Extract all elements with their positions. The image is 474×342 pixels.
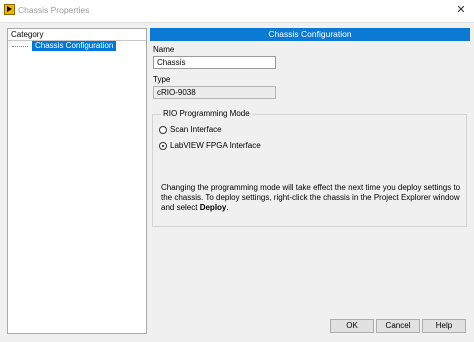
programming-mode-group: RIO Programming Mode Scan Interface LabV… bbox=[152, 109, 467, 227]
programming-mode-info: Changing the programming mode will take … bbox=[161, 183, 461, 213]
ok-button[interactable]: OK bbox=[330, 319, 374, 333]
radio-button-icon bbox=[159, 126, 167, 134]
type-field: cRIO-9038 bbox=[153, 86, 276, 99]
title-bar: Chassis Properties ✕ bbox=[0, 0, 474, 23]
category-panel: Category Chassis Configuration bbox=[7, 28, 147, 334]
tree-connector bbox=[12, 46, 28, 47]
info-text-end: . bbox=[226, 203, 229, 212]
main-panel: Chassis Configuration Name Chassis Type … bbox=[150, 28, 470, 318]
category-header: Category bbox=[8, 29, 146, 41]
name-label: Name bbox=[153, 45, 175, 54]
radio-label: Scan Interface bbox=[170, 125, 222, 134]
name-field[interactable]: Chassis bbox=[153, 56, 276, 69]
tree-item-label: Chassis Configuration bbox=[32, 41, 117, 51]
info-text-deploy: Deploy bbox=[199, 203, 227, 212]
section-title: Chassis Configuration bbox=[150, 28, 470, 41]
labview-icon bbox=[4, 4, 15, 15]
radio-label: LabVIEW FPGA Interface bbox=[170, 141, 261, 150]
radio-button-selected-icon bbox=[159, 142, 167, 150]
programming-mode-legend: RIO Programming Mode bbox=[161, 109, 252, 118]
cancel-button[interactable]: Cancel bbox=[376, 319, 420, 333]
help-button[interactable]: Help bbox=[422, 319, 466, 333]
type-label: Type bbox=[153, 75, 171, 84]
window-title: Chassis Properties bbox=[18, 5, 90, 15]
close-button[interactable]: ✕ bbox=[452, 2, 470, 18]
